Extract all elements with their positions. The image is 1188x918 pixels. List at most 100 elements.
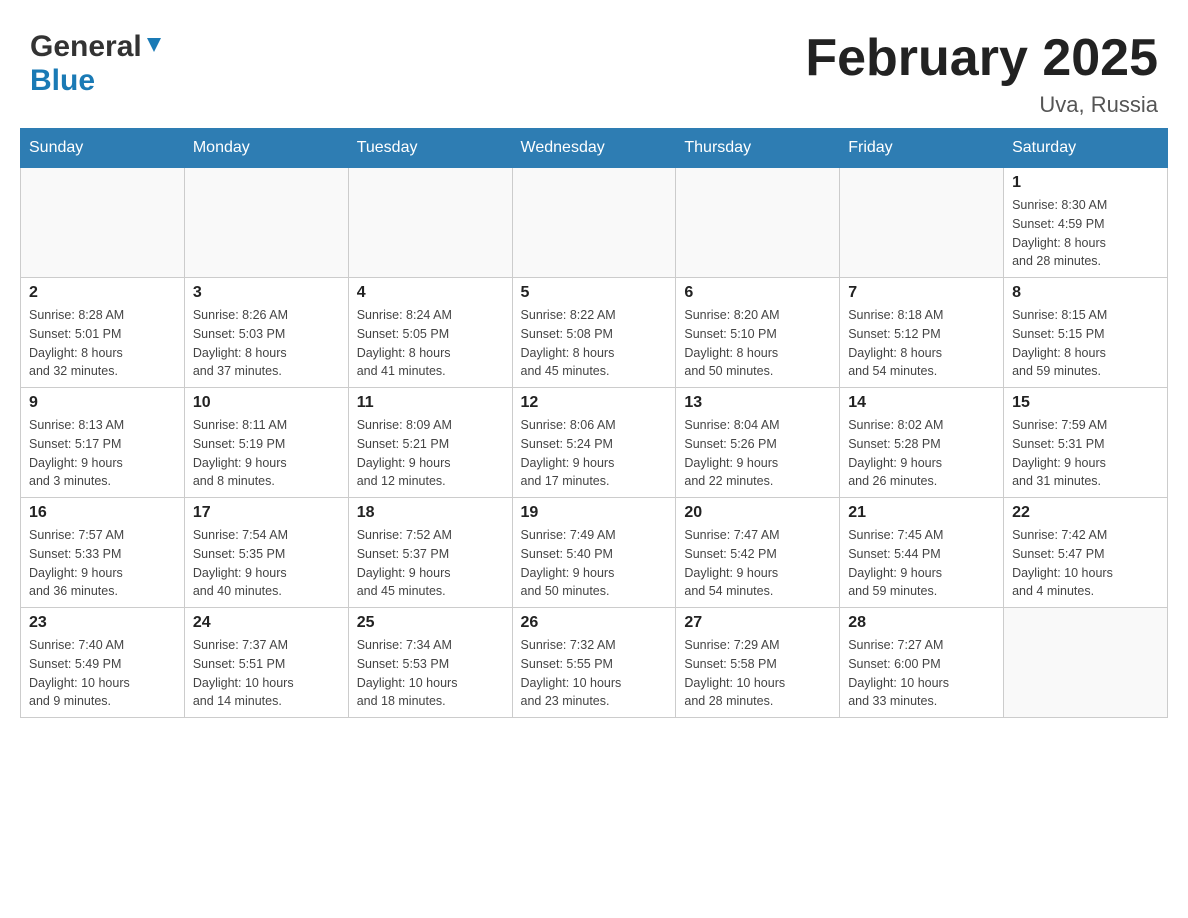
- table-row: 14Sunrise: 8:02 AMSunset: 5:28 PMDayligh…: [840, 388, 1004, 498]
- table-row: [512, 168, 676, 278]
- day-info: Sunrise: 7:54 AMSunset: 5:35 PMDaylight:…: [193, 526, 340, 601]
- day-info: Sunrise: 8:15 AMSunset: 5:15 PMDaylight:…: [1012, 306, 1159, 381]
- calendar-table: Sunday Monday Tuesday Wednesday Thursday…: [20, 128, 1168, 718]
- day-info: Sunrise: 7:37 AMSunset: 5:51 PMDaylight:…: [193, 636, 340, 711]
- table-row: 19 Sunrise: 7:49 AMSunset: 5:40 PMDayligh…: [512, 498, 676, 608]
- day-number: 17: [193, 504, 340, 522]
- logo-triangle-icon: [143, 34, 165, 56]
- day-number: 11: [357, 394, 504, 412]
- table-row: 28 Sunrise: 7:27 AMSunset: 6:00 PMDayligh…: [840, 608, 1004, 718]
- day-info: Sunrise: 8:22 AMSunset: 5:08 PMDaylight:…: [521, 306, 668, 381]
- day-number: 1: [1012, 174, 1159, 192]
- day-info: Sunrise: 7:27 AMSunset: 6:00 PMDaylight:…: [848, 636, 995, 711]
- table-row: 26 Sunrise: 7:32 AMSunset: 5:55 PMDayligh…: [512, 608, 676, 718]
- day-info: Sunrise: 7:57 AMSunset: 5:33 PMDaylight:…: [29, 526, 176, 601]
- day-number: 7: [848, 284, 995, 302]
- day-info: Sunrise: 7:40 AMSunset: 5:49 PMDaylight:…: [29, 636, 176, 711]
- day-info: Sunrise: 7:32 AMSunset: 5:55 PMDaylight:…: [521, 636, 668, 711]
- calendar-header-row: Sunday Monday Tuesday Wednesday Thursday…: [21, 129, 1168, 168]
- day-info: Sunrise: 7:29 AMSunset: 5:58 PMDaylight:…: [684, 636, 831, 711]
- header-thursday: Thursday: [676, 129, 840, 168]
- table-row: 17 Sunrise: 7:54 AMSunset: 5:35 PMDayligh…: [184, 498, 348, 608]
- table-row: 9 Sunrise: 8:13 AMSunset: 5:17 PMDaylight…: [21, 388, 185, 498]
- header-friday: Friday: [840, 129, 1004, 168]
- table-row: 15Sunrise: 7:59 AMSunset: 5:31 PMDayligh…: [1004, 388, 1168, 498]
- calendar-week-row: 2Sunrise: 8:28 AMSunset: 5:01 PMDaylight…: [21, 278, 1168, 388]
- day-number: 18: [357, 504, 504, 522]
- table-row: 16 Sunrise: 7:57 AMSunset: 5:33 PMDayligh…: [21, 498, 185, 608]
- day-info: Sunrise: 7:52 AMSunset: 5:37 PMDaylight:…: [357, 526, 504, 601]
- day-number: 22: [1012, 504, 1159, 522]
- day-info: Sunrise: 8:11 AMSunset: 5:19 PMDaylight:…: [193, 416, 340, 491]
- day-info: Sunrise: 7:59 AMSunset: 5:31 PMDaylight:…: [1012, 416, 1159, 491]
- table-row: [21, 168, 185, 278]
- day-number: 12: [521, 394, 668, 412]
- table-row: 1 Sunrise: 8:30 AMSunset: 4:59 PMDaylight…: [1004, 168, 1168, 278]
- table-row: 3 Sunrise: 8:26 AMSunset: 5:03 PMDaylight…: [184, 278, 348, 388]
- day-number: 9: [29, 394, 176, 412]
- day-info: Sunrise: 8:30 AMSunset: 4:59 PMDaylight:…: [1012, 196, 1159, 271]
- day-number: 3: [193, 284, 340, 302]
- day-number: 23: [29, 614, 176, 632]
- day-info: Sunrise: 8:02 AMSunset: 5:28 PMDaylight:…: [848, 416, 995, 491]
- table-row: 21 Sunrise: 7:45 AMSunset: 5:44 PMDayligh…: [840, 498, 1004, 608]
- day-number: 24: [193, 614, 340, 632]
- day-number: 26: [521, 614, 668, 632]
- calendar-week-row: 1 Sunrise: 8:30 AMSunset: 4:59 PMDaylight…: [21, 168, 1168, 278]
- table-row: [840, 168, 1004, 278]
- day-info: Sunrise: 8:18 AMSunset: 5:12 PMDaylight:…: [848, 306, 995, 381]
- header-tuesday: Tuesday: [348, 129, 512, 168]
- day-number: 10: [193, 394, 340, 412]
- header-wednesday: Wednesday: [512, 129, 676, 168]
- day-info: Sunrise: 8:04 AMSunset: 5:26 PMDaylight:…: [684, 416, 831, 491]
- table-row: 18 Sunrise: 7:52 AMSunset: 5:37 PMDayligh…: [348, 498, 512, 608]
- logo-blue: Blue: [30, 64, 95, 97]
- day-info: Sunrise: 8:20 AMSunset: 5:10 PMDaylight:…: [684, 306, 831, 381]
- table-row: [184, 168, 348, 278]
- table-row: 11 Sunrise: 8:09 AMSunset: 5:21 PMDayligh…: [348, 388, 512, 498]
- day-number: 8: [1012, 284, 1159, 302]
- table-row: 25 Sunrise: 7:34 AMSunset: 5:53 PMDayligh…: [348, 608, 512, 718]
- table-row: 7 Sunrise: 8:18 AMSunset: 5:12 PMDaylight…: [840, 278, 1004, 388]
- header-saturday: Saturday: [1004, 129, 1168, 168]
- day-info: Sunrise: 8:13 AMSunset: 5:17 PMDaylight:…: [29, 416, 176, 491]
- day-number: 28: [848, 614, 995, 632]
- header-sunday: Sunday: [21, 129, 185, 168]
- calendar-week-row: 23 Sunrise: 7:40 AMSunset: 5:49 PMDayligh…: [21, 608, 1168, 718]
- day-number: 16: [29, 504, 176, 522]
- table-row: 12Sunrise: 8:06 AMSunset: 5:24 PMDayligh…: [512, 388, 676, 498]
- day-info: Sunrise: 7:47 AMSunset: 5:42 PMDaylight:…: [684, 526, 831, 601]
- day-info: Sunrise: 7:42 AMSunset: 5:47 PMDaylight:…: [1012, 526, 1159, 601]
- table-row: [1004, 608, 1168, 718]
- day-number: 27: [684, 614, 831, 632]
- table-row: 24 Sunrise: 7:37 AMSunset: 5:51 PMDayligh…: [184, 608, 348, 718]
- day-number: 6: [684, 284, 831, 302]
- day-info: Sunrise: 7:45 AMSunset: 5:44 PMDaylight:…: [848, 526, 995, 601]
- day-number: 25: [357, 614, 504, 632]
- calendar-week-row: 9 Sunrise: 8:13 AMSunset: 5:17 PMDaylight…: [21, 388, 1168, 498]
- day-info: Sunrise: 7:49 AMSunset: 5:40 PMDaylight:…: [521, 526, 668, 601]
- table-row: 2Sunrise: 8:28 AMSunset: 5:01 PMDaylight…: [21, 278, 185, 388]
- day-number: 4: [357, 284, 504, 302]
- title-area: February 2025 Uva, Russia: [805, 30, 1158, 118]
- table-row: 4 Sunrise: 8:24 AMSunset: 5:05 PMDaylight…: [348, 278, 512, 388]
- day-number: 21: [848, 504, 995, 522]
- day-number: 19: [521, 504, 668, 522]
- day-info: Sunrise: 8:09 AMSunset: 5:21 PMDaylight:…: [357, 416, 504, 491]
- table-row: 20 Sunrise: 7:47 AMSunset: 5:42 PMDayligh…: [676, 498, 840, 608]
- calendar-week-row: 16 Sunrise: 7:57 AMSunset: 5:33 PMDayligh…: [21, 498, 1168, 608]
- table-row: 8 Sunrise: 8:15 AMSunset: 5:15 PMDaylight…: [1004, 278, 1168, 388]
- day-info: Sunrise: 8:24 AMSunset: 5:05 PMDaylight:…: [357, 306, 504, 381]
- day-info: Sunrise: 8:26 AMSunset: 5:03 PMDaylight:…: [193, 306, 340, 381]
- day-number: 13: [684, 394, 831, 412]
- table-row: 5 Sunrise: 8:22 AMSunset: 5:08 PMDaylight…: [512, 278, 676, 388]
- day-info: Sunrise: 8:28 AMSunset: 5:01 PMDaylight:…: [29, 306, 176, 381]
- table-row: 13 Sunrise: 8:04 AMSunset: 5:26 PMDayligh…: [676, 388, 840, 498]
- day-info: Sunrise: 7:34 AMSunset: 5:53 PMDaylight:…: [357, 636, 504, 711]
- table-row: 22 Sunrise: 7:42 AMSunset: 5:47 PMDayligh…: [1004, 498, 1168, 608]
- table-row: 10 Sunrise: 8:11 AMSunset: 5:19 PMDayligh…: [184, 388, 348, 498]
- header-monday: Monday: [184, 129, 348, 168]
- day-number: 20: [684, 504, 831, 522]
- day-number: 5: [521, 284, 668, 302]
- page-header: General Blue February 2025 Uva, Russia: [20, 20, 1168, 118]
